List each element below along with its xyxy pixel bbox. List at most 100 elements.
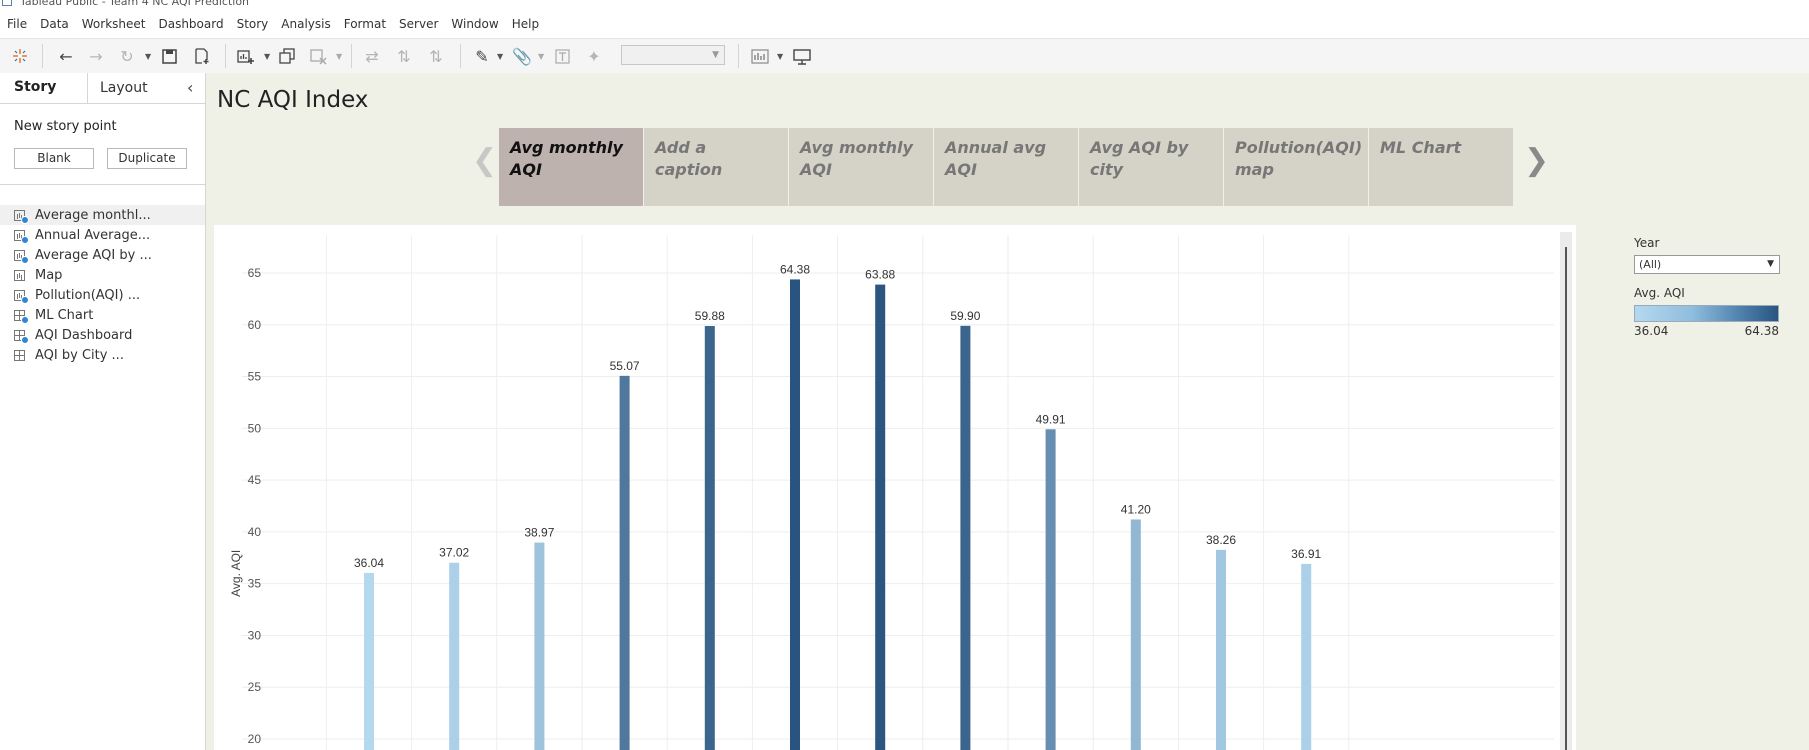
save-icon[interactable] xyxy=(157,44,181,68)
used-check-icon xyxy=(21,236,29,244)
story-point-pollution-map[interactable]: Pollution(AQI) map xyxy=(1224,128,1368,206)
menu-story[interactable]: Story xyxy=(237,17,269,31)
y-tick-label: 40 xyxy=(248,525,262,539)
story-point-annual-avg-aqi[interactable]: Annual avg AQI xyxy=(934,128,1078,206)
bar xyxy=(364,572,374,750)
color-legend-gradient xyxy=(1634,305,1779,322)
story-point-add-caption[interactable]: Add a caption xyxy=(644,128,788,206)
sheet-item-pollution-aqi[interactable]: Pollution(AQI) ... xyxy=(0,285,205,305)
back-icon[interactable]: ← xyxy=(54,44,78,68)
menu-file[interactable]: File xyxy=(7,17,27,31)
scrollbar-thumb[interactable] xyxy=(1565,247,1567,750)
bar xyxy=(875,284,886,750)
clear-sheet-icon[interactable] xyxy=(306,44,330,68)
tab-layout[interactable]: Layout xyxy=(100,80,148,96)
story-point-avg-aqi-by-city[interactable]: Avg AQI by city xyxy=(1079,128,1223,206)
story-point-caption: city xyxy=(1090,160,1124,179)
year-filter-dropdown[interactable]: (All) ▼ xyxy=(1634,255,1780,274)
new-data-source-icon[interactable] xyxy=(190,44,214,68)
pin-axes-icon[interactable]: ✦ xyxy=(582,44,606,68)
sheet-item-annual-average[interactable]: Annual Average... xyxy=(0,225,205,245)
collapse-pane-icon[interactable]: ‹ xyxy=(187,78,193,97)
bar xyxy=(790,279,800,750)
chevron-down-icon[interactable]: ▼ xyxy=(777,52,783,61)
data-label: 64.38 xyxy=(780,262,810,276)
menu-data[interactable]: Data xyxy=(40,17,69,31)
sheet-item-map[interactable]: Map xyxy=(0,265,205,285)
year-filter-value: (All) xyxy=(1639,258,1662,271)
menu-dashboard[interactable]: Dashboard xyxy=(158,17,223,31)
tab-story[interactable]: Story xyxy=(0,73,88,103)
duplicate-button[interactable]: Duplicate xyxy=(107,148,187,169)
chevron-down-icon[interactable]: ▼ xyxy=(497,52,503,61)
swap-rows-columns-icon[interactable]: ⇄ xyxy=(360,44,384,68)
story-point-ml-chart[interactable]: ML Chart xyxy=(1369,128,1513,206)
used-check-icon xyxy=(21,296,29,304)
story-point-caption: AQI xyxy=(800,160,832,179)
menu-window[interactable]: Window xyxy=(451,17,498,31)
data-label: 38.97 xyxy=(524,526,554,540)
highlight-pen-icon[interactable]: ✎ xyxy=(470,44,494,68)
forward-icon[interactable]: → xyxy=(84,44,108,68)
show-labels-icon[interactable] xyxy=(550,44,574,68)
toolbar-separator xyxy=(351,44,352,68)
y-tick-label: 45 xyxy=(248,473,262,487)
previous-story-point-icon[interactable]: ❮ xyxy=(472,143,497,178)
y-tick-label: 55 xyxy=(248,370,262,384)
chevron-down-icon[interactable]: ▼ xyxy=(264,52,270,61)
bar xyxy=(534,542,545,750)
sheet-item-label: ML Chart xyxy=(35,307,94,323)
tableau-logo-icon[interactable] xyxy=(8,44,32,68)
story-point-caption: Annual avg xyxy=(945,138,1047,157)
redo-loop-icon[interactable]: ↻ xyxy=(115,44,139,68)
show-me-icon[interactable] xyxy=(748,44,772,68)
chevron-down-icon[interactable]: ▼ xyxy=(336,52,342,61)
story-point-avg-monthly-aqi[interactable]: Avg monthly AQI xyxy=(499,128,643,206)
chevron-down-icon: ▼ xyxy=(1767,259,1774,269)
sheet-item-average-aqi-by[interactable]: Average AQI by ... xyxy=(0,245,205,265)
toolbar-separator xyxy=(225,44,226,68)
window-title: Tableau Public - Team 4 NC AQI Predictio… xyxy=(20,0,250,8)
sheet-item-aqi-dashboard[interactable]: AQI Dashboard xyxy=(0,325,205,345)
data-label: 36.91 xyxy=(1291,547,1321,561)
chevron-down-icon[interactable]: ▼ xyxy=(145,52,151,61)
bar xyxy=(1301,563,1312,750)
color-legend-range: 36.04 64.38 xyxy=(1634,324,1779,338)
menu-help[interactable]: Help xyxy=(512,17,539,31)
data-label: 41.20 xyxy=(1121,502,1151,516)
story-title: NC AQI Index xyxy=(217,87,369,113)
sheet-item-label: Annual Average... xyxy=(35,227,151,243)
story-point-caption: Avg AQI by xyxy=(1090,138,1189,157)
sheet-item-ml-chart[interactable]: ML Chart xyxy=(0,305,205,325)
toolbar-separator xyxy=(738,44,739,68)
sheet-item-aqi-by-city[interactable]: AQI by City ... xyxy=(0,345,205,365)
menu-analysis[interactable]: Analysis xyxy=(281,17,330,31)
fit-dropdown[interactable]: ▼ xyxy=(621,45,725,65)
sort-ascending-icon[interactable]: ⇅ xyxy=(392,44,416,68)
menu-worksheet[interactable]: Worksheet xyxy=(82,17,146,31)
toolbar-separator xyxy=(460,44,461,68)
used-check-icon xyxy=(21,256,29,264)
blank-button[interactable]: Blank xyxy=(14,148,94,169)
color-legend-label: Avg. AQI xyxy=(1634,286,1685,300)
menu-format[interactable]: Format xyxy=(344,17,386,31)
tableau-app-icon xyxy=(2,0,12,6)
y-tick-label: 50 xyxy=(248,421,262,435)
story-point-avg-monthly-aqi-2[interactable]: Avg monthly AQI xyxy=(789,128,933,206)
sheet-item-average-monthly[interactable]: Average monthl... xyxy=(0,205,205,225)
y-tick-label: 30 xyxy=(248,628,262,642)
group-paperclip-icon[interactable]: 📎 xyxy=(510,44,534,68)
presentation-mode-icon[interactable] xyxy=(790,44,814,68)
chevron-down-icon[interactable]: ▼ xyxy=(538,52,544,61)
new-sheet-icon[interactable] xyxy=(234,44,258,68)
y-tick-label: 20 xyxy=(248,732,262,746)
new-story-point-heading: New story point xyxy=(14,119,117,134)
sort-descending-icon[interactable]: ⇅ xyxy=(424,44,448,68)
next-story-point-icon[interactable]: ❯ xyxy=(1524,143,1549,178)
duplicate-sheet-icon[interactable] xyxy=(275,44,299,68)
y-tick-label: 25 xyxy=(248,680,262,694)
story-point-caption: Pollution(AQI) xyxy=(1235,138,1363,157)
used-check-icon xyxy=(21,336,29,344)
menu-server[interactable]: Server xyxy=(399,17,438,31)
y-tick-label: 65 xyxy=(248,266,262,280)
